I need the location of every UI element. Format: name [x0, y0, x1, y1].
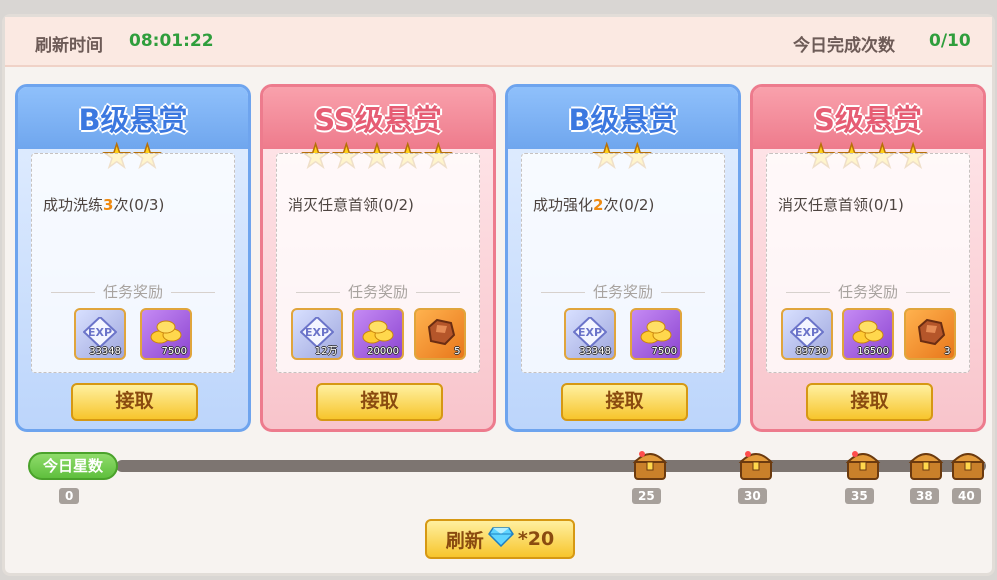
- task-box: 成功强化2次(0/2) 任务奖励 EXP 33348 7500: [521, 153, 725, 373]
- accept-button[interactable]: 接取: [806, 383, 933, 421]
- bounty-card: B级悬赏 ★★ 成功洗练3次(0/3) 任务奖励 EXP 33348 7500 …: [15, 84, 251, 432]
- refresh-time-value: 08:01:22: [129, 31, 214, 51]
- exp-crystal-icon: EXP: [82, 316, 118, 348]
- milestone-label: 35: [845, 488, 874, 504]
- reward-qty: 20000: [367, 346, 399, 357]
- reward-item[interactable]: 7500: [140, 308, 192, 360]
- gold-coins-icon: [148, 316, 184, 348]
- daily-stars-label: 今日星数: [28, 452, 118, 480]
- reward-item[interactable]: 3: [903, 308, 956, 360]
- completed-count-value: 0/10: [929, 31, 971, 51]
- reward-list: EXP 12万 20000 5: [277, 308, 479, 360]
- gold-coins-icon: [638, 316, 674, 348]
- milestone-label: 38: [910, 488, 939, 504]
- reward-qty: 16500: [857, 346, 889, 357]
- refresh-button[interactable]: 刷新 *20: [425, 519, 575, 559]
- task-description: 消灭任意首领(0/2): [288, 196, 414, 214]
- accept-button[interactable]: 接取: [561, 383, 688, 421]
- task-box: 成功洗练3次(0/3) 任务奖励 EXP 33348 7500: [31, 153, 235, 373]
- card-grade-title: B级悬赏: [568, 103, 678, 137]
- svg-text:EXP: EXP: [88, 326, 112, 339]
- reward-item[interactable]: EXP 33348: [564, 308, 616, 360]
- bounty-card: SS级悬赏 ★★★★★ 消灭任意首领(0/2) 任务奖励 EXP 12万 200…: [260, 84, 496, 432]
- reward-list: EXP 33348 7500: [32, 308, 234, 360]
- exp-crystal-icon: EXP: [572, 316, 608, 348]
- reward-list: EXP 33348 7500: [522, 308, 724, 360]
- card-grade-title: SS级悬赏: [314, 103, 442, 137]
- treasure-chest-icon[interactable]: [950, 448, 986, 482]
- refresh-time-label: 刷新时间: [35, 36, 103, 56]
- ore-icon: [422, 316, 458, 348]
- reward-item[interactable]: 7500: [630, 308, 682, 360]
- reward-qty: 7500: [651, 346, 677, 357]
- reward-item[interactable]: 20000: [352, 308, 404, 360]
- reward-title: 任务奖励: [767, 281, 969, 302]
- svg-text:EXP: EXP: [304, 326, 328, 339]
- milestone-start: 0: [59, 488, 80, 504]
- refresh-label: 刷新: [445, 529, 484, 552]
- bounty-card: S级悬赏 ★★★★ 消灭任意首领(0/1) 任务奖励 EXP 83730 165…: [750, 84, 986, 432]
- milestone-label: 40: [952, 488, 981, 504]
- svg-text:EXP: EXP: [794, 326, 818, 339]
- treasure-chest-icon[interactable]: [738, 448, 774, 482]
- card-grade-title: S级悬赏: [814, 103, 922, 137]
- ore-icon: [912, 316, 948, 348]
- reward-qty: 7500: [161, 346, 187, 357]
- task-description: 成功洗练3次(0/3): [43, 196, 165, 214]
- reward-title: 任务奖励: [522, 281, 724, 302]
- task-box: 消灭任意首领(0/1) 任务奖励 EXP 83730 16500 3: [766, 153, 970, 373]
- treasure-chest-icon[interactable]: [632, 448, 668, 482]
- reward-item[interactable]: 16500: [842, 308, 894, 360]
- treasure-chest-icon[interactable]: [908, 448, 944, 482]
- reward-item[interactable]: 5: [413, 308, 466, 360]
- reward-qty: 5: [454, 346, 461, 357]
- gold-coins-icon: [850, 316, 886, 348]
- reward-title: 任务奖励: [32, 281, 234, 302]
- task-description: 成功强化2次(0/2): [533, 196, 655, 214]
- reward-qty: 12万: [314, 346, 338, 357]
- diamond-icon: [487, 526, 514, 552]
- reward-item[interactable]: EXP 83730: [780, 308, 833, 360]
- accept-button[interactable]: 接取: [316, 383, 443, 421]
- treasure-chest-icon[interactable]: [845, 448, 881, 482]
- milestone-label: 30: [738, 488, 767, 504]
- reward-qty: 3: [944, 346, 951, 357]
- accept-button[interactable]: 接取: [71, 383, 198, 421]
- reward-qty: 33348: [89, 346, 121, 357]
- refresh-cost: *20: [517, 528, 555, 550]
- bounty-card: B级悬赏 ★★ 成功强化2次(0/2) 任务奖励 EXP 33348 7500 …: [505, 84, 741, 432]
- completed-count-label: 今日完成次数: [793, 36, 895, 56]
- exp-crystal-icon: EXP: [789, 316, 825, 348]
- milestone-label: 25: [632, 488, 661, 504]
- reward-qty: 33348: [579, 346, 611, 357]
- task-box: 消灭任意首领(0/2) 任务奖励 EXP 12万 20000 5: [276, 153, 480, 373]
- svg-text:EXP: EXP: [578, 326, 602, 339]
- reward-item[interactable]: EXP 12万: [290, 308, 343, 360]
- gold-coins-icon: [360, 316, 396, 348]
- header-bar: 刷新时间 08:01:22 今日完成次数 0/10: [5, 17, 992, 67]
- reward-qty: 83730: [795, 346, 828, 357]
- task-description: 消灭任意首领(0/1): [778, 196, 904, 214]
- reward-title: 任务奖励: [277, 281, 479, 302]
- reward-list: EXP 83730 16500 3: [767, 308, 969, 360]
- reward-item[interactable]: EXP 33348: [74, 308, 126, 360]
- card-grade-title: B级悬赏: [78, 103, 188, 137]
